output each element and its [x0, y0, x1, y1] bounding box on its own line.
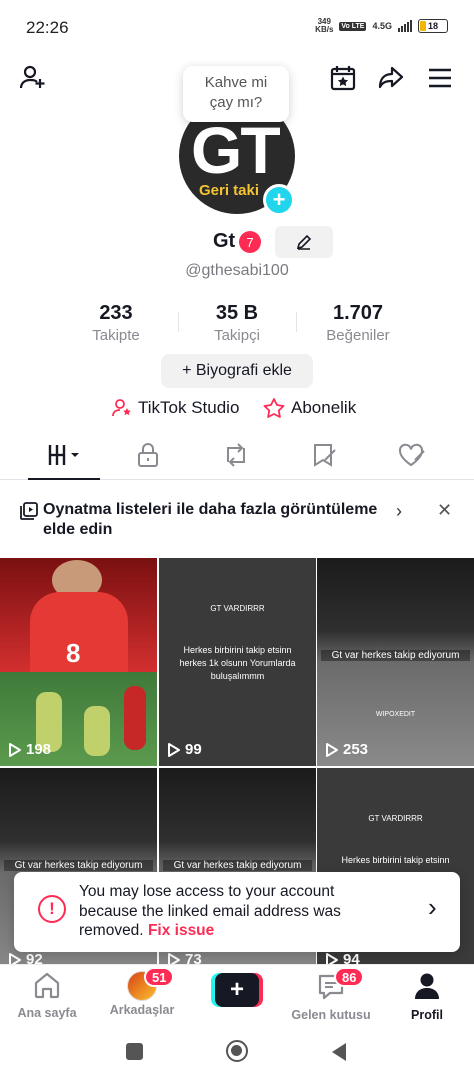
- bookmark-icon: [314, 444, 336, 467]
- tiktok-studio-link[interactable]: TikTok Studio: [112, 398, 239, 418]
- nav-friends[interactable]: Arkadaşlar 51: [97, 967, 187, 1017]
- divider: [296, 312, 297, 332]
- view-count: 198: [8, 741, 51, 758]
- videos-grid-icon: [48, 445, 79, 465]
- subscription-star-icon: [263, 398, 285, 418]
- edit-profile-button[interactable]: [275, 226, 333, 258]
- view-count: 99: [167, 741, 202, 758]
- lock-icon: [138, 443, 158, 467]
- thumb-top: 8: [0, 558, 157, 672]
- status-icons: 349 KB/s Vo LTE 4.5G 18: [315, 18, 448, 34]
- clock: 22:26: [26, 18, 69, 37]
- network-speed: 349 KB/s: [315, 17, 334, 34]
- pencil-icon: [296, 234, 312, 250]
- warning-message: You may lose access to your account beca…: [79, 883, 341, 939]
- home-icon: [34, 972, 60, 999]
- content-tabs: [0, 432, 474, 480]
- create-button[interactable]: +: [211, 973, 263, 1007]
- inbox-badge: 86: [334, 967, 365, 987]
- view-count: 253: [325, 741, 368, 758]
- system-navigation: [0, 1030, 474, 1080]
- add-story-button[interactable]: +: [263, 184, 295, 216]
- profile-stats: 233 Takipte 35 B Takipçi 1.707 Beğeniler: [0, 302, 474, 352]
- add-user-icon[interactable]: [17, 62, 49, 94]
- video-thumbnail[interactable]: Gt var herkes takip ediyorum WIPOXEDIT 2…: [317, 558, 474, 766]
- username-handle: @gthesabi100: [185, 262, 289, 279]
- tab-reposts[interactable]: [216, 440, 256, 470]
- heart-hidden-icon: [398, 443, 425, 467]
- profile-icon: [415, 973, 439, 999]
- chevron-right-icon[interactable]: ›: [396, 501, 402, 522]
- menu-icon[interactable]: [424, 62, 456, 94]
- video-thumbnail[interactable]: GT VARDIRRR Herkes birbirini takip etsin…: [159, 558, 316, 766]
- studio-icon: [112, 399, 131, 417]
- play-icon: [9, 742, 21, 757]
- volte-icon: Vo LTE: [339, 21, 367, 31]
- playlist-icon: [20, 502, 38, 520]
- subscription-link[interactable]: Abonelik: [263, 398, 356, 418]
- close-icon[interactable]: ✕: [437, 500, 452, 521]
- plus-icon: +: [215, 973, 259, 1007]
- stat-likes[interactable]: 1.707 Beğeniler: [298, 302, 418, 344]
- warning-icon: !: [38, 895, 66, 923]
- promo-text: Oynatma listeleri ile daha fazla görüntü…: [43, 501, 378, 538]
- bottom-navigation: Ana sayfa Arkadaşlar 51 + Gelen kutusu 8…: [0, 964, 474, 1026]
- active-tab-indicator: [28, 478, 100, 480]
- status-note-bubble[interactable]: Kahve mi çay mı?: [183, 66, 289, 122]
- calendar-star-icon[interactable]: [327, 62, 359, 94]
- tab-favorites[interactable]: [304, 440, 344, 470]
- playlist-promo-banner[interactable]: Oynatma listeleri ile daha fazla görüntü…: [0, 490, 474, 548]
- home-button-icon[interactable]: [226, 1040, 248, 1062]
- repost-icon: [227, 443, 245, 467]
- tab-private[interactable]: [128, 440, 168, 470]
- stat-following[interactable]: 233 Takipte: [56, 302, 176, 344]
- signal-icon: [398, 20, 412, 32]
- play-icon: [326, 742, 338, 757]
- battery-icon: 18: [418, 19, 448, 33]
- recents-icon[interactable]: [126, 1043, 143, 1060]
- profile-links: TikTok Studio Abonelik: [0, 398, 474, 422]
- tab-liked[interactable]: [392, 440, 432, 470]
- account-warning-toast[interactable]: ! You may lose access to your account be…: [14, 872, 460, 952]
- chevron-right-icon[interactable]: ›: [428, 892, 437, 923]
- network-type: 4.5G: [372, 20, 392, 31]
- nav-inbox[interactable]: Gelen kutusu 86: [286, 967, 376, 1022]
- notification-badge[interactable]: 7: [239, 231, 261, 253]
- back-icon[interactable]: [330, 1042, 348, 1062]
- stat-followers[interactable]: 35 B Takipçi: [177, 302, 297, 344]
- fix-issue-link[interactable]: Fix issue: [148, 922, 214, 939]
- status-bar: 22:26 349 KB/s Vo LTE 4.5G 18: [0, 0, 474, 50]
- add-bio-button[interactable]: + Biyografi ekle: [161, 354, 313, 388]
- tab-videos[interactable]: [44, 440, 84, 470]
- nav-profile[interactable]: Profil: [382, 971, 472, 1022]
- share-icon[interactable]: [375, 62, 407, 94]
- friends-badge: 51: [144, 967, 175, 987]
- name-row: Gt 7: [0, 226, 474, 258]
- play-icon: [168, 742, 180, 757]
- profile-name: Gt: [213, 230, 236, 252]
- video-thumbnail[interactable]: 8 198: [0, 558, 157, 766]
- nav-home[interactable]: Ana sayfa: [2, 971, 92, 1020]
